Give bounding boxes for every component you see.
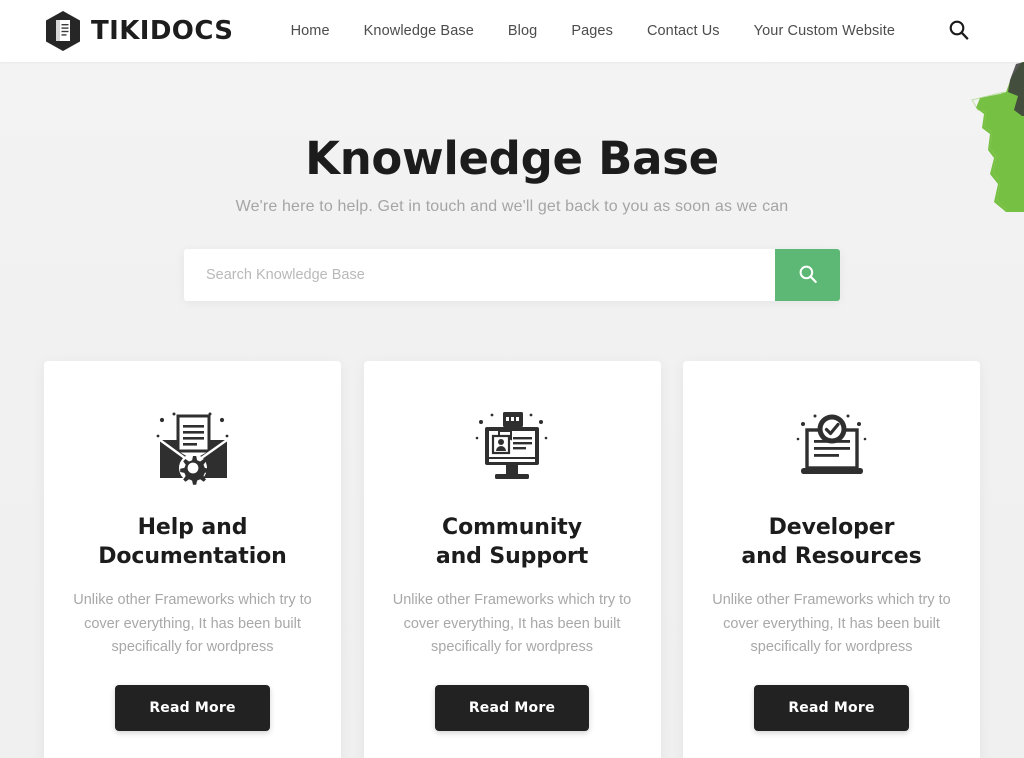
card-description: Unlike other Frameworks which try to cov… xyxy=(392,592,632,656)
envelope-document-gear-icon xyxy=(151,405,235,489)
read-more-button[interactable]: Read More xyxy=(434,684,590,731)
card-title: Developer and Resources xyxy=(741,515,922,570)
card-title: Help and Documentation xyxy=(98,515,287,570)
nav-link-contact-us[interactable]: Contact Us xyxy=(630,23,737,39)
monitor-id-card-icon xyxy=(470,405,554,489)
main-navigation: Home Knowledge Base Blog Pages Contact U… xyxy=(274,23,912,39)
laptop-check-badge-icon xyxy=(790,405,874,489)
brand-logo[interactable]: TIKIDOCS xyxy=(44,10,233,52)
card-developer-and-resources[interactable]: Developer and Resources Unlike other Fra… xyxy=(683,361,980,758)
brand-name: TIKIDOCS xyxy=(91,16,234,46)
search-icon xyxy=(798,264,818,287)
card-title: Community and Support xyxy=(435,515,589,570)
site-header: TIKIDOCS Home Knowledge Base Blog Pages … xyxy=(0,0,1024,62)
hero-section: Knowledge Base We're here to help. Get i… xyxy=(0,62,1024,302)
header-search-toggle-button[interactable] xyxy=(946,19,970,43)
knowledge-base-cards: Help and Documentation Unlike other Fram… xyxy=(44,361,980,758)
nav-link-home[interactable]: Home xyxy=(274,23,347,39)
document-hexagon-logo-icon xyxy=(44,10,82,52)
nav-link-your-custom-website[interactable]: Your Custom Website xyxy=(737,23,912,39)
read-more-button[interactable]: Read More xyxy=(754,684,909,731)
card-community-and-support[interactable]: Community and Support Unlike other Frame… xyxy=(363,361,661,758)
read-more-button[interactable]: Read More xyxy=(115,684,270,731)
nav-link-blog[interactable]: Blog xyxy=(491,23,554,39)
nav-link-pages[interactable]: Pages xyxy=(554,23,630,39)
card-description: Unlike other Frameworks which try to cov… xyxy=(712,592,951,656)
search-input[interactable] xyxy=(184,249,775,302)
card-help-and-documentation[interactable]: Help and Documentation Unlike other Fram… xyxy=(44,361,341,758)
search-icon xyxy=(948,19,969,43)
nav-link-knowledge-base[interactable]: Knowledge Base xyxy=(347,23,491,39)
search-submit-button[interactable] xyxy=(775,249,840,302)
knowledge-base-search-form xyxy=(184,249,840,302)
page-root: TIKIDOCS Home Knowledge Base Blog Pages … xyxy=(0,0,1024,758)
card-description: Unlike other Frameworks which try to cov… xyxy=(73,592,312,656)
hero-subtitle: We're here to help. Get in touch and we'… xyxy=(235,198,789,216)
page-title: Knowledge Base xyxy=(305,132,719,185)
